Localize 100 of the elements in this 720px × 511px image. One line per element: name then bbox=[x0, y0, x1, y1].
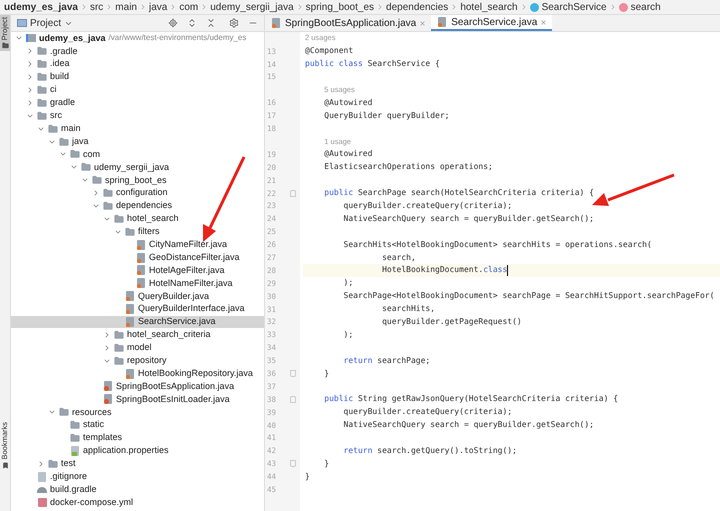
editor-tab[interactable]: SpringBootEsApplication.java bbox=[265, 15, 432, 31]
tree-item[interactable]: hotel_search_criteria bbox=[11, 328, 264, 342]
expand-all-icon[interactable] bbox=[187, 18, 197, 28]
tree-item[interactable]: HotelBookingRepository.java bbox=[11, 367, 264, 380]
tree-item[interactable]: docker-compose.yml bbox=[11, 496, 264, 509]
tree-item[interactable]: HotelAgeFilter.java bbox=[11, 264, 264, 277]
code-line: @Component bbox=[305, 45, 354, 58]
folder-icon bbox=[37, 46, 47, 56]
tree-item[interactable]: HotelNameFilter.java bbox=[11, 276, 264, 290]
code-line: NativeSearchQuery search = queryBuilder.getSearch(); bbox=[342, 419, 594, 432]
collapse-all-icon[interactable] bbox=[206, 18, 216, 28]
tree-item[interactable]: filters bbox=[11, 225, 264, 238]
tree-item[interactable]: .gradle bbox=[11, 44, 264, 58]
code-line: @Autowired bbox=[323, 96, 372, 109]
tree-item[interactable]: udemy_sergii_java bbox=[11, 160, 264, 174]
tree-item[interactable]: gradle bbox=[11, 96, 264, 110]
tree-item[interactable]: SpringBootEsApplication.java bbox=[11, 380, 264, 393]
tree-item[interactable]: configuration bbox=[11, 186, 264, 200]
close-icon[interactable] bbox=[540, 18, 548, 26]
code-line: queryBuilder.getPageRequest() bbox=[381, 316, 522, 328]
folder-icon bbox=[70, 433, 80, 444]
panel-title[interactable]: Project bbox=[30, 16, 62, 30]
java-app-file-icon bbox=[104, 381, 112, 392]
tree-item[interactable]: hotel_search bbox=[11, 212, 264, 226]
folder-icon bbox=[48, 124, 58, 134]
folder-icon bbox=[2, 42, 8, 50]
breadcrumb-item[interactable]: udemy_es_java bbox=[4, 0, 78, 14]
tree-item[interactable]: QueryBuilderInterface.java bbox=[11, 302, 264, 316]
code-line: queryBuilder.createQuery(criteria); bbox=[342, 200, 512, 212]
folder-icon bbox=[37, 85, 47, 95]
folder-icon bbox=[59, 136, 69, 147]
tree-item[interactable]: GeoDistanceFilter.java bbox=[11, 251, 264, 264]
tree-item[interactable]: repository bbox=[11, 354, 264, 368]
tree-item[interactable]: ci bbox=[11, 84, 264, 96]
tree-item[interactable]: .idea bbox=[11, 58, 264, 71]
code-line: SearchPage<HotelBookingDocument> searchPage = SearchHitSupport.searchPageFor( bbox=[342, 290, 714, 302]
tree-item[interactable]: QueryBuilder.java bbox=[11, 290, 264, 303]
tree-item[interactable]: SpringBootEsInitLoader.java bbox=[11, 392, 264, 406]
breadcrumb-item[interactable]: com bbox=[179, 0, 198, 14]
folder-icon bbox=[114, 214, 124, 224]
code-line: return searchPage; bbox=[342, 354, 430, 367]
code-line: public class SearchService { bbox=[305, 58, 440, 70]
method-icon bbox=[618, 2, 628, 12]
panel-icon bbox=[17, 19, 27, 27]
tree-item[interactable]: CityNameFilter.java bbox=[11, 238, 264, 252]
folder-icon bbox=[103, 188, 113, 198]
code-line: return search.getQuery().toString(); bbox=[342, 444, 517, 457]
locate-icon[interactable] bbox=[168, 18, 178, 28]
tree-item[interactable]: build bbox=[11, 70, 264, 84]
tree-item[interactable]: com bbox=[11, 148, 264, 161]
breadcrumb-item[interactable]: spring_boot_es bbox=[306, 0, 374, 14]
yml-file-icon bbox=[38, 498, 46, 507]
tree-item[interactable]: java bbox=[11, 135, 264, 148]
folder-icon bbox=[114, 330, 124, 340]
code-line: SearchHits<HotelBookingDocument> searchHits = operations.search( bbox=[342, 238, 652, 251]
code-line: public SearchPage search(HotelSearchCriteria criteria) { bbox=[323, 187, 594, 200]
tree-item[interactable]: spring_boot_es bbox=[11, 174, 264, 187]
java-app-file-icon bbox=[104, 394, 112, 404]
tree-item[interactable]: dependencies bbox=[11, 200, 264, 212]
folder-icon bbox=[81, 162, 91, 172]
tree-item[interactable]: src bbox=[11, 109, 264, 122]
breadcrumb-item[interactable]: dependencies bbox=[386, 0, 448, 14]
tree-item[interactable]: main bbox=[11, 122, 264, 136]
tree-item[interactable]: .gitignore bbox=[11, 470, 264, 484]
tree-item[interactable]: build.gradle bbox=[11, 483, 264, 496]
folder-icon bbox=[37, 59, 47, 70]
code-line: NativeSearchQuery search = queryBuilder.getSearch(); bbox=[342, 212, 594, 225]
text-file-icon bbox=[38, 472, 46, 482]
tree-item[interactable]: static bbox=[11, 418, 264, 432]
breadcrumb-item[interactable]: SearchService bbox=[530, 0, 607, 14]
tree-item[interactable]: templates bbox=[11, 432, 264, 444]
breadcrumb-item[interactable]: udemy_sergii_java bbox=[210, 0, 294, 14]
folder-icon bbox=[103, 201, 113, 212]
java-file-icon bbox=[126, 317, 134, 328]
editor-tab[interactable]: SearchService.java bbox=[431, 15, 552, 31]
tree-item[interactable]: SearchService.java bbox=[11, 316, 264, 328]
code-line: } bbox=[305, 470, 310, 483]
tree-item[interactable]: test bbox=[11, 457, 264, 470]
breadcrumb-item[interactable]: java bbox=[148, 0, 168, 14]
tree-item[interactable]: model bbox=[11, 341, 264, 354]
chevron-right-icon[interactable] bbox=[92, 189, 100, 198]
code-line: public String getRawJsonQuery(HotelSearchCriteria criteria) { bbox=[323, 393, 618, 406]
folder-icon bbox=[114, 342, 124, 353]
tree-item[interactable]: udemy_es_java /var/www/test-environments/udemy_es bbox=[11, 32, 264, 45]
breadcrumb-item[interactable]: search bbox=[618, 0, 661, 14]
chevron-right-icon[interactable] bbox=[37, 460, 45, 468]
breadcrumb-item[interactable]: main bbox=[115, 0, 137, 14]
code-line: queryBuilder.createQuery(criteria); bbox=[342, 406, 512, 418]
folder-icon bbox=[37, 72, 47, 82]
breadcrumb-item[interactable]: src bbox=[90, 0, 104, 14]
close-icon[interactable] bbox=[419, 20, 426, 26]
settings-icon[interactable] bbox=[229, 18, 239, 28]
breadcrumb-item[interactable]: hotel_search bbox=[460, 0, 518, 14]
folder-icon bbox=[59, 407, 69, 418]
code-line: ); bbox=[342, 277, 354, 290]
code-line: @Autowired bbox=[323, 148, 372, 160]
tree-item[interactable]: application.properties bbox=[11, 444, 264, 458]
code-line: ); bbox=[342, 328, 354, 341]
tree-item[interactable]: resources bbox=[11, 406, 264, 419]
folder-icon bbox=[92, 175, 102, 186]
